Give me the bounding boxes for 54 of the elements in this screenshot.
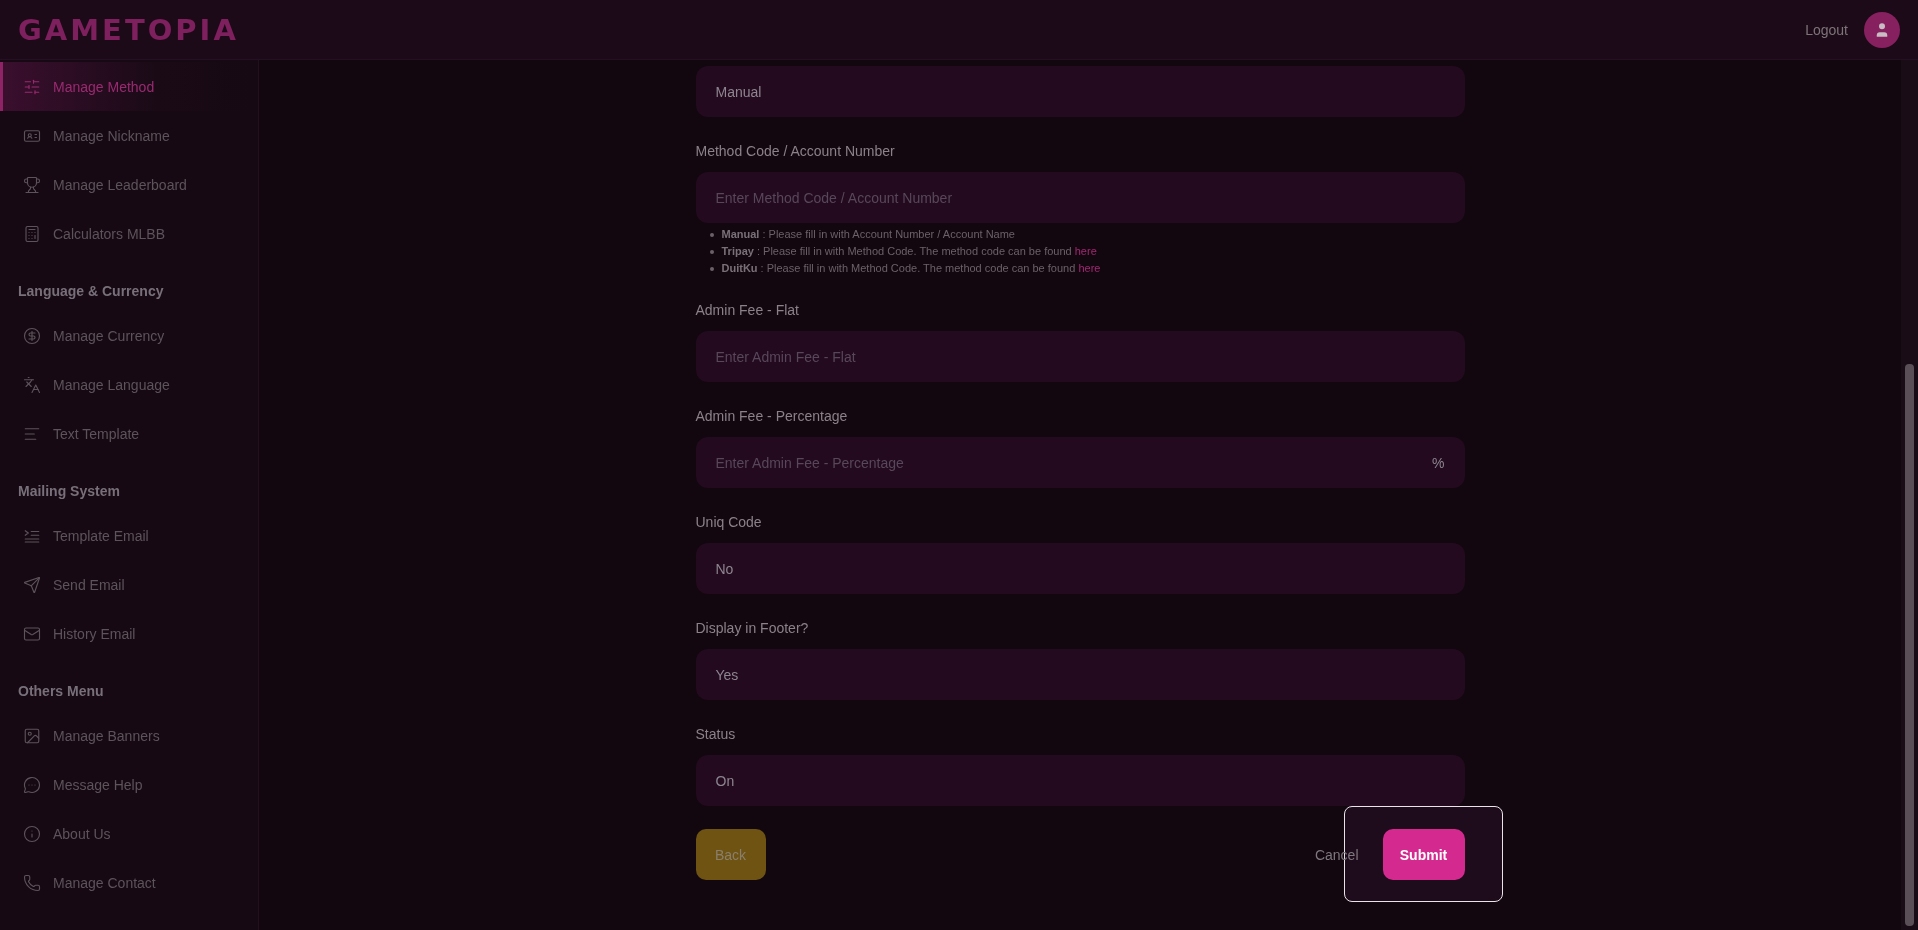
- sidebar-item[interactable]: About Us: [0, 809, 258, 858]
- submit-button[interactable]: Submit: [1382, 829, 1465, 880]
- percent-suffix: %: [1432, 454, 1445, 471]
- sidebar-item[interactable]: Manage Currency: [0, 311, 258, 360]
- help-text: DuitKu : Please fill in with Method Code. The method code can be found here: [721, 261, 1101, 276]
- sidebar-item[interactable]: Message Help: [0, 760, 258, 809]
- select-field[interactable]: On: [695, 755, 1465, 806]
- sidebar-item[interactable]: History Email: [0, 609, 258, 658]
- chat-icon: [23, 775, 41, 794]
- input-field[interactable]: Enter Method Code / Account Number: [695, 172, 1465, 223]
- bullet-icon: [709, 249, 714, 254]
- field-label: Method Code / Account Number: [695, 142, 896, 161]
- select-field[interactable]: No: [695, 543, 1465, 594]
- sliders-icon: [23, 77, 41, 96]
- sidebar-item[interactable]: Manage Contact: [0, 858, 258, 907]
- avatar-button[interactable]: [1864, 11, 1900, 48]
- sidebar-item[interactable]: Manage Nickname: [0, 111, 258, 160]
- bullet-icon: [709, 232, 714, 237]
- input-field[interactable]: Enter Admin Fee - Flat: [695, 331, 1465, 382]
- sidebar-item[interactable]: Manage Banners: [0, 711, 258, 760]
- select-field[interactable]: Yes: [695, 649, 1465, 700]
- bullet-icon: [709, 266, 714, 271]
- trophy-icon: [23, 175, 41, 194]
- select-field[interactable]: Manual: [695, 66, 1465, 117]
- field-label: Display in Footer?: [695, 619, 810, 638]
- brand-logo[interactable]: GAMETOPIA: [18, 12, 239, 47]
- back-button[interactable]: Back: [695, 829, 766, 880]
- info-icon: [23, 824, 41, 843]
- sidebar-heading: Others Menu: [17, 682, 105, 701]
- help-text: Tripay : Please fill in with Method Code. The method code can be found here: [721, 244, 1097, 259]
- logout-link[interactable]: Logout: [1805, 21, 1848, 38]
- sidebar-item[interactable]: Manage Leaderboard: [0, 160, 258, 209]
- scrollbar[interactable]: [1901, 60, 1918, 930]
- help-text: Manual : Please fill in with Account Number / Account Name: [721, 227, 1015, 242]
- phone-icon: [23, 873, 41, 892]
- image-icon: [23, 726, 41, 745]
- send-icon: [23, 575, 41, 594]
- mail-icon: [23, 624, 41, 643]
- calculator-icon: [23, 224, 41, 243]
- sidebar-heading: Language & Currency: [17, 282, 165, 301]
- sidebar-item[interactable]: Calculators MLBB: [0, 209, 258, 258]
- sidebar-item[interactable]: Text Template: [0, 409, 258, 458]
- field-label: Uniq Code: [695, 513, 763, 532]
- field-label: Status: [695, 725, 737, 744]
- sidebar-item[interactable]: Send Email: [0, 560, 258, 609]
- dollar-icon: [23, 326, 41, 345]
- sidebar-item[interactable]: Manage Language: [0, 360, 258, 409]
- field-label: Admin Fee - Percentage: [695, 407, 849, 426]
- sidebar-item[interactable]: Template Email: [0, 511, 258, 560]
- here-link[interactable]: here: [1074, 245, 1097, 257]
- here-link[interactable]: here: [1078, 262, 1101, 274]
- sidebar-heading: Mailing System: [17, 482, 121, 501]
- field-label: Admin Fee - Flat: [695, 301, 800, 320]
- translate-icon: [23, 375, 41, 394]
